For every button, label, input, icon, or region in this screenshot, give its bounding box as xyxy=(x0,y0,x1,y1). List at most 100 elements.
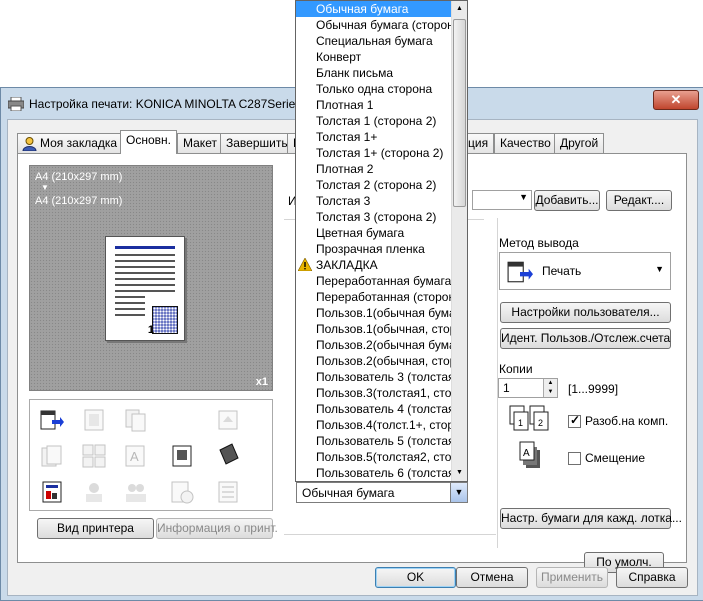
tab-label: Качество xyxy=(500,136,551,150)
output-method-label: Метод вывода xyxy=(499,236,579,250)
paper-type-option[interactable]: Обычная бумага (сторона 2) xyxy=(296,17,453,33)
paper-type-option[interactable]: Только одна сторона xyxy=(296,81,453,97)
paper-type-option[interactable]: Пользователь 4 (толстая 1+) xyxy=(296,401,453,417)
paper-type-option[interactable]: Пользователь 6 (толстая 3) xyxy=(296,465,453,481)
n-up-icon[interactable] xyxy=(82,444,106,468)
warning-icon xyxy=(298,258,312,271)
printer-view-button[interactable]: Вид принтера xyxy=(37,518,154,539)
paper-type-option[interactable]: Пользов.1(обычная бумага) xyxy=(296,305,453,321)
apply-button[interactable]: Применить xyxy=(536,567,608,588)
chevron-down-icon[interactable]: ▼ xyxy=(450,483,467,502)
paper-type-items: Обычная бумагаОбычная бумага (сторона 2)… xyxy=(296,1,467,481)
favorites-combo[interactable]: ▼ xyxy=(472,190,532,210)
close-button[interactable]: ✕ xyxy=(653,90,699,110)
document-stamp-icon[interactable] xyxy=(170,444,194,468)
tab-other[interactable]: Другой xyxy=(554,133,605,153)
paper-type-option[interactable]: Переработанная бумага xyxy=(296,273,453,289)
user-box-icon[interactable] xyxy=(82,480,106,504)
paper-type-combo[interactable]: Обычная бумага ▼ xyxy=(296,482,468,503)
color-page-icon[interactable] xyxy=(40,480,64,504)
paper-type-option[interactable]: Прозрачная пленка xyxy=(296,241,453,257)
tab-label: ция xyxy=(468,136,489,150)
paper-type-option[interactable]: Пользов.3(толстая1, стор.2) xyxy=(296,385,453,401)
paper-type-option[interactable]: Толстая 1 (сторона 2) xyxy=(296,113,453,129)
scroll-up-icon[interactable]: ▲ xyxy=(452,1,467,17)
paper-type-option[interactable]: Плотная 2 xyxy=(296,161,453,177)
paper-type-option[interactable]: Пользов.4(толст.1+, стор.2) xyxy=(296,417,453,433)
copies-range: [1...9999] xyxy=(568,382,619,396)
spin-down-icon[interactable]: ▼ xyxy=(543,388,557,397)
tab-my-bookmark[interactable]: Моя закладка xyxy=(17,133,124,153)
printer-icon xyxy=(8,97,24,111)
page-number-stamp xyxy=(152,306,178,334)
svg-text:A: A xyxy=(130,449,139,464)
tab-basic[interactable]: Основн. xyxy=(120,130,177,154)
schedule-print-icon[interactable] xyxy=(170,480,194,504)
user-group-icon[interactable] xyxy=(124,480,148,504)
paper-type-option[interactable]: ЗАКЛАДКА xyxy=(296,257,453,273)
tab-layout[interactable]: Макет xyxy=(177,133,223,153)
cancel-button[interactable]: Отмена xyxy=(456,567,528,588)
paper-type-option[interactable]: Конверт xyxy=(296,49,453,65)
list-page-icon[interactable] xyxy=(216,480,240,504)
output-method-select[interactable]: Печать ▼ xyxy=(499,252,671,290)
output-size-label: A4 (210x297 mm) xyxy=(35,195,123,207)
collate-icon: 1 2 xyxy=(509,405,549,431)
paper-type-option[interactable]: Пользователь 3 (толстая 1) xyxy=(296,369,453,385)
paper-type-option[interactable]: Пользователь 5 (толстая 2) xyxy=(296,433,453,449)
paper-type-option[interactable]: Пользов.1(обычная, стор.2) xyxy=(296,321,453,337)
paper-type-option[interactable]: Обычная бумага xyxy=(296,1,453,17)
paper-type-option[interactable]: Цветная бумага xyxy=(296,225,453,241)
paper-type-option[interactable]: Пользов.2(обычная бумага) xyxy=(296,337,453,353)
paper-type-option[interactable]: Пользов.5(толстая2, стор.2) xyxy=(296,449,453,465)
paper-type-option[interactable]: Пользов.2(обычная, стор.2) xyxy=(296,353,453,369)
ok-button[interactable]: OK xyxy=(375,567,456,588)
user-auth-button[interactable]: Идент. Пользов./Отслеж.счета xyxy=(500,328,671,349)
copies-value: 1 xyxy=(503,381,510,395)
paper-type-option[interactable]: Бланк письма xyxy=(296,65,453,81)
original-size-label: A4 (210x297 mm) xyxy=(35,171,123,183)
paper-type-option[interactable]: Плотная 1 xyxy=(296,97,453,113)
tab-label: Основн. xyxy=(126,133,171,147)
offset-checkbox[interactable] xyxy=(568,452,581,465)
user-icon xyxy=(22,137,37,151)
tray-paper-settings-button[interactable]: Настр. бумаги для кажд. лотка... xyxy=(500,508,682,529)
scroll-down-icon[interactable]: ▼ xyxy=(452,465,467,481)
printer-info-button[interactable]: Информация о принт. xyxy=(156,518,278,539)
add-favorite-button[interactable]: Добавить... xyxy=(534,190,600,211)
paper-type-option[interactable]: Переработанная (сторона 2) xyxy=(296,289,453,305)
scroll-thumb[interactable] xyxy=(453,19,466,207)
paper-type-option[interactable]: Специальная бумага xyxy=(296,33,453,49)
text-size-icon[interactable]: A xyxy=(124,444,148,468)
copies-badge: x1 xyxy=(255,376,268,388)
print-output-icon[interactable] xyxy=(40,408,64,432)
tab-label: Другой xyxy=(560,136,599,150)
edit-favorite-button[interactable]: Редакт.... xyxy=(606,190,672,211)
scan-export-icon[interactable] xyxy=(216,408,240,432)
svg-text:1: 1 xyxy=(518,418,523,428)
paper-type-option[interactable]: Толстая 1+ (сторона 2) xyxy=(296,145,453,161)
paper-type-dropdown-list[interactable]: Обычная бумагаОбычная бумага (сторона 2)… xyxy=(295,0,468,482)
tab-quality[interactable]: Качество xyxy=(494,133,557,153)
tab-finish[interactable]: Завершить xyxy=(220,133,294,153)
paper-type-option[interactable]: Толстая 1+ xyxy=(296,129,453,145)
list-scrollbar[interactable]: ▲ ▼ xyxy=(451,1,467,481)
down-arrow-icon: ▼ xyxy=(41,183,49,192)
offset-label: Смещение xyxy=(585,451,646,465)
copy-pages-icon[interactable] xyxy=(124,408,148,432)
paper-type-value: Обычная бумага xyxy=(302,486,395,500)
booklet-icon[interactable] xyxy=(82,408,106,432)
preview-page: 1 xyxy=(105,236,185,341)
chevron-down-icon: ▼ xyxy=(655,264,664,274)
paper-type-option[interactable]: Толстая 3 (сторона 2) xyxy=(296,209,453,225)
stack-pages-icon[interactable] xyxy=(40,444,64,468)
collate-checkbox[interactable]: ✓ xyxy=(568,413,581,428)
help-button[interactable]: Справка xyxy=(616,567,688,588)
spin-up-icon[interactable]: ▲ xyxy=(543,379,557,388)
copies-label: Копии xyxy=(499,362,533,376)
paper-type-option[interactable]: Толстая 3 xyxy=(296,193,453,209)
tilted-page-icon[interactable] xyxy=(216,442,240,466)
user-settings-button[interactable]: Настройки пользователя... xyxy=(500,302,671,323)
paper-type-option[interactable]: Толстая 2 (сторона 2) xyxy=(296,177,453,193)
copies-input[interactable]: 1 ▲ ▼ xyxy=(498,378,558,398)
